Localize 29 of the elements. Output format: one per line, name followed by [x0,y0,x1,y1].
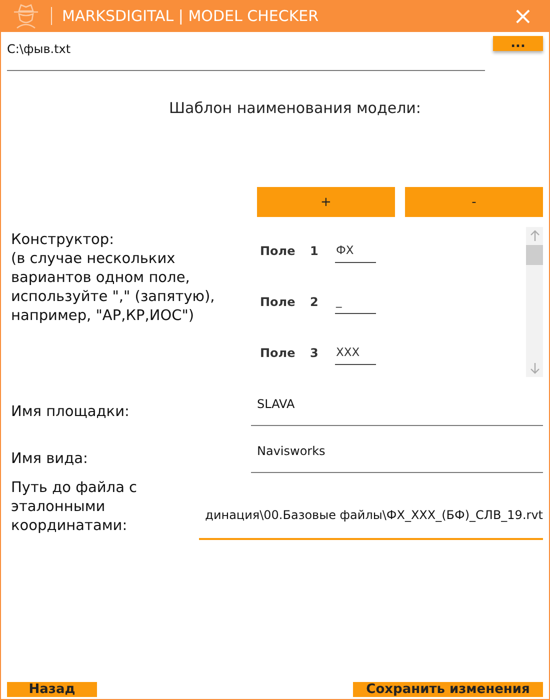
setting-field[interactable]: SLAVA [251,387,543,426]
field-label: Поле [260,244,296,260]
template-heading: Шаблон наименования модели: [168,99,422,117]
field-number: 2 [310,295,320,311]
setting-label: Имя площадки: [10,403,130,422]
save-button[interactable]: Сохранить изменения [353,682,543,697]
field-label: Поле [260,295,296,311]
field-number: 1 [310,244,320,260]
setting-field[interactable]: динация\00.Базовые файлы\ФХ_XXX_(БФ)_СЛВ_19.rvt [199,508,543,540]
remove-field-button[interactable]: - [405,187,543,217]
window-title: MARKSDIGITAL | MODEL CHECKER [51,7,497,25]
scroll-thumb[interactable] [526,245,543,265]
file-path-field[interactable]: C:\фыв.txt [7,36,485,71]
setting-label: Имя вида: [10,450,89,469]
add-field-button[interactable]: + [257,187,395,217]
field-label: Поле [260,346,296,362]
setting-field[interactable]: Navisworks [251,434,543,473]
scroll-down-icon[interactable] [530,362,540,374]
designer-label: Конструктор: (в случае нескольких вариантов одном поле, используйте "," (запятую), например, "АР,КР,ИОС") [10,231,216,326]
scroll-up-icon[interactable] [530,230,540,242]
browse-button[interactable]: ... [493,36,543,51]
field-input[interactable]: _ [335,294,376,314]
setting-label: Путь до файла с эталонными координатами: [10,479,138,536]
spy-logo-icon [11,3,41,29]
back-button[interactable]: Назад [7,682,97,697]
field-number: 3 [310,346,320,362]
field-input[interactable]: XXX [335,345,376,365]
field-input[interactable]: ФХ [335,243,376,263]
scrollbar[interactable] [526,227,543,377]
